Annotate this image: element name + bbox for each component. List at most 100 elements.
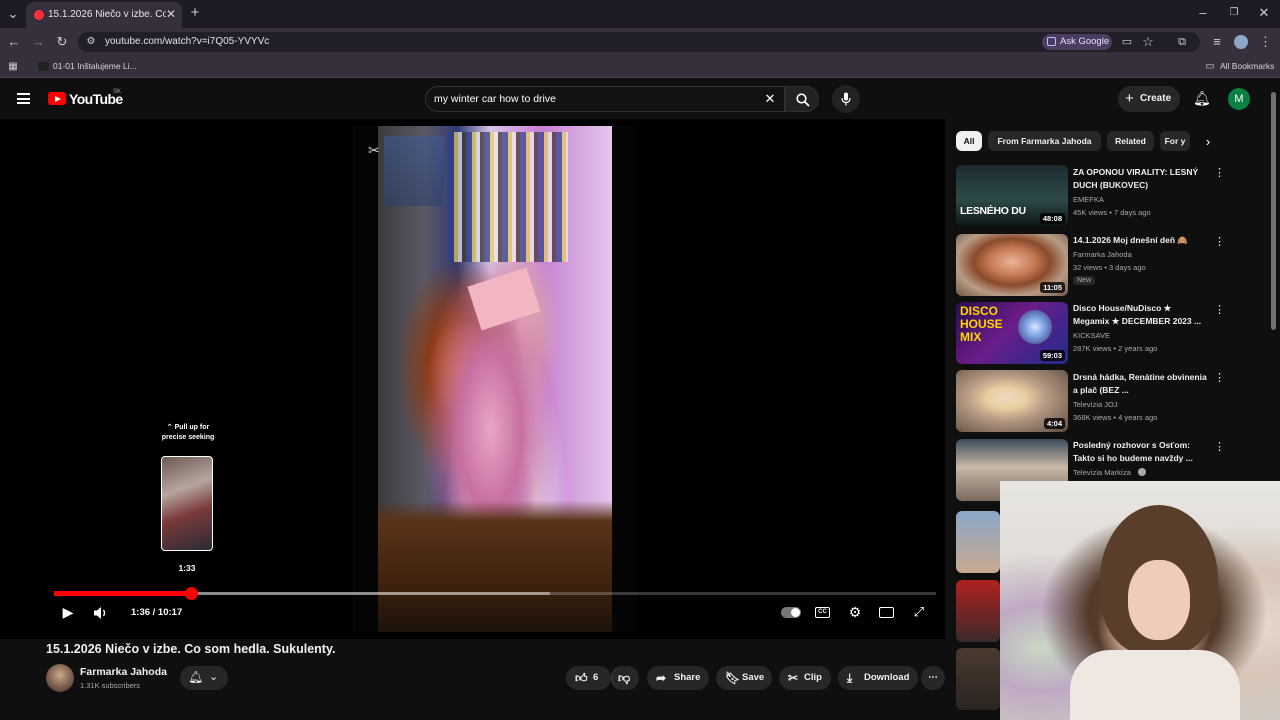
search-query[interactable]: my winter car how to drive xyxy=(434,93,556,105)
autoplay-toggle[interactable] xyxy=(781,607,801,618)
related-thumbnail[interactable]: 4:04 xyxy=(956,370,1068,432)
subscribed-notifications-button[interactable]: 🔔︎ ⌄ xyxy=(180,666,228,690)
account-avatar[interactable]: M xyxy=(1228,88,1250,110)
country-code: SK xyxy=(113,89,122,95)
youtube-favicon-icon xyxy=(34,10,44,20)
clear-search-icon[interactable]: ✕ xyxy=(763,92,777,106)
capcut-watermark-icon: ✂ xyxy=(368,142,380,158)
reload-icon[interactable]: ↻ xyxy=(55,35,69,49)
scissors-icon: ✂ xyxy=(788,671,799,685)
chip-related[interactable]: Related xyxy=(1107,131,1154,151)
voice-search-button[interactable] xyxy=(832,85,860,113)
reading-list-icon[interactable]: ≡ xyxy=(1210,35,1224,49)
window-minimize-icon[interactable]: – xyxy=(1196,6,1210,20)
tab-search-chevron-icon[interactable]: ⌄ xyxy=(6,7,20,21)
more-actions-button[interactable]: ⋯ xyxy=(921,666,945,690)
thumbnail-overlay-text: DISCO HOUSE MIX xyxy=(960,304,1003,344)
chip-for-you[interactable]: For y xyxy=(1160,131,1190,151)
related-channel[interactable]: Televízia JOJ xyxy=(1073,400,1118,409)
chip-all[interactable]: All xyxy=(956,131,982,151)
channel-name[interactable]: Farmarka Jahoda xyxy=(80,666,167,678)
settings-gear-icon[interactable]: ⚙ xyxy=(847,605,863,619)
related-title[interactable]: 14.1.2026 Moj dnešní deň 🙈 xyxy=(1073,234,1209,247)
window-close-icon[interactable]: ✕ xyxy=(1257,6,1271,20)
chevron-down-icon: ⌄ xyxy=(209,671,219,683)
related-channel[interactable]: Farmarka Jahoda xyxy=(1073,250,1132,259)
channel-avatar[interactable] xyxy=(46,664,74,692)
volume-icon[interactable] xyxy=(93,606,109,620)
play-icon[interactable]: ▶ xyxy=(60,605,76,619)
video-duration: 4:04 xyxy=(1043,418,1065,429)
related-thumbnail[interactable]: 11:05 xyxy=(956,234,1068,296)
chip-from-channel[interactable]: From Farmarka Jahoda xyxy=(988,131,1101,151)
share-button[interactable]: ➦ Share xyxy=(647,666,709,690)
browser-menu-icon[interactable]: ⋮ xyxy=(1259,35,1272,49)
related-meta: 45K views • 7 days ago xyxy=(1073,208,1151,217)
url-text[interactable]: youtube.com/watch?v=i7Q05-YVYVc xyxy=(105,36,269,47)
fullscreen-icon[interactable]: ⤢ xyxy=(911,605,927,619)
related-thumbnail[interactable]: DISCO HOUSE MIX 59:03 xyxy=(956,302,1068,364)
tab-close-icon[interactable]: ✕ xyxy=(166,7,176,21)
save-button[interactable]: 🔖︎ Save xyxy=(716,666,772,690)
scrubber-handle[interactable] xyxy=(185,587,198,600)
download-label: Download xyxy=(864,672,910,683)
browser-tab-active[interactable]: 15.1.2026 Niečo v izbe. Co s ✕ xyxy=(26,2,182,28)
bookmark-item[interactable]: 01-01 Inštalujeme Li... xyxy=(53,61,137,71)
profile-avatar-icon[interactable] xyxy=(1234,35,1248,49)
forward-arrow-icon[interactable]: → xyxy=(31,35,45,49)
bell-icon: 🔔︎ xyxy=(188,670,204,684)
related-thumbnail[interactable] xyxy=(956,511,1000,573)
subtitles-icon[interactable]: CC xyxy=(815,607,830,618)
related-more-icon[interactable]: ⋮ xyxy=(1214,371,1225,384)
download-button[interactable]: ⤓ Download xyxy=(838,666,918,690)
microphone-icon xyxy=(841,92,851,106)
related-title[interactable]: Drsná hádka, Renátine obvinenia a plač (… xyxy=(1073,371,1209,397)
video-frame-image xyxy=(378,126,612,632)
all-bookmarks-link[interactable]: All Bookmarks xyxy=(1220,61,1274,71)
related-channel[interactable]: EMEFKA xyxy=(1073,195,1104,204)
share-arrow-icon: ➦ xyxy=(656,671,667,685)
theater-mode-icon[interactable] xyxy=(879,607,894,618)
related-title[interactable]: ZA OPONOU VIRALITY: LESNÝ DUCH (BUKOVEC) xyxy=(1073,166,1209,192)
chevron-right-icon[interactable]: › xyxy=(1201,135,1215,149)
webcam-person-face xyxy=(1128,560,1190,640)
dislike-button[interactable]: 👎︎ xyxy=(611,666,639,690)
back-arrow-icon[interactable]: ← xyxy=(7,35,21,49)
youtube-logo-icon[interactable] xyxy=(48,92,66,105)
cast-icon[interactable]: ▭ xyxy=(1120,35,1134,49)
page-scrollbar[interactable] xyxy=(1271,92,1276,330)
bookmark-star-icon[interactable]: ☆ xyxy=(1141,35,1155,49)
like-count: 6 xyxy=(593,672,599,683)
apps-grid-icon[interactable]: ▦ xyxy=(7,60,19,74)
site-info-icon[interactable]: ⚙ xyxy=(85,35,97,49)
ask-google-button[interactable]: Ask Google xyxy=(1042,34,1112,50)
video-duration: 48:08 xyxy=(1039,213,1065,224)
related-channel[interactable]: Televízia Markíza xyxy=(1073,468,1131,477)
search-button[interactable] xyxy=(785,86,819,112)
notifications-bell-icon[interactable]: 🔔︎ xyxy=(1193,91,1211,105)
verified-badge-icon xyxy=(1138,468,1146,476)
hamburger-menu-icon[interactable] xyxy=(17,93,30,104)
related-title[interactable]: Posledný rozhovor s Osťom: Takto si ho b… xyxy=(1073,439,1209,465)
like-button[interactable]: 👍︎ 6 xyxy=(566,666,611,690)
related-more-icon[interactable]: ⋮ xyxy=(1214,303,1225,316)
tab-title: 15.1.2026 Niečo v izbe. Co s xyxy=(48,9,166,20)
search-icon xyxy=(796,93,810,107)
related-more-icon[interactable]: ⋮ xyxy=(1214,166,1225,179)
bookshelf-center xyxy=(448,132,568,262)
new-tab-plus-icon[interactable]: + xyxy=(188,5,202,20)
extensions-icon[interactable]: ⧉ xyxy=(1175,35,1189,49)
related-more-icon[interactable]: ⋮ xyxy=(1214,235,1225,248)
bookshelf-left xyxy=(384,136,444,206)
related-title[interactable]: Disco House/NuDisco ★ Megamix ★ DECEMBER… xyxy=(1073,302,1209,328)
related-meta: 287K views • 2 years ago xyxy=(1073,344,1158,353)
clip-button[interactable]: ✂ Clip xyxy=(779,666,831,690)
related-thumbnail[interactable]: LESNÉHO DU 48:08 xyxy=(956,165,1068,227)
related-thumbnail[interactable] xyxy=(956,580,1000,642)
related-thumbnail[interactable] xyxy=(956,648,1000,710)
window-restore-icon[interactable]: ❐ xyxy=(1227,6,1241,20)
related-more-icon[interactable]: ⋮ xyxy=(1214,440,1225,453)
share-label: Share xyxy=(674,672,701,683)
create-button[interactable]: + Create xyxy=(1118,86,1180,112)
related-channel[interactable]: KICKSAVE xyxy=(1073,331,1110,340)
